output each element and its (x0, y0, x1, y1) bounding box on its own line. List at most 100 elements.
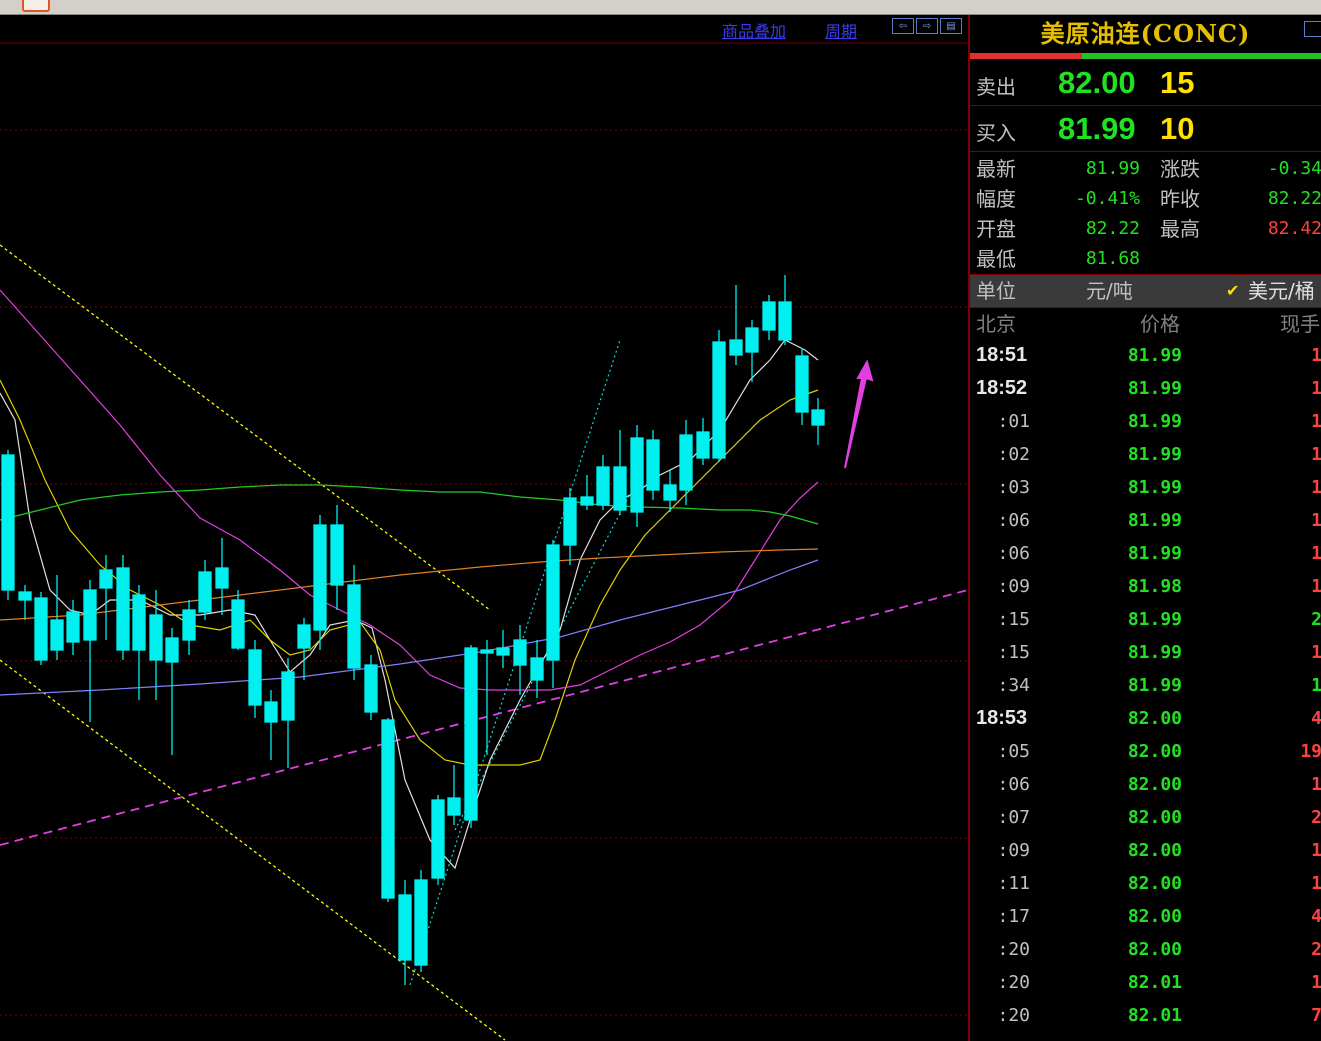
tick-volume: 19 (1300, 741, 1321, 762)
candle-down (530, 657, 544, 681)
candle-down (811, 409, 825, 426)
candle-down (297, 624, 311, 649)
tick-volume: 1 (1311, 774, 1321, 795)
tick-price: 81.99 (1127, 345, 1182, 366)
ma60-line (0, 484, 819, 525)
scroll-left-icon[interactable]: ⇦ (892, 18, 914, 34)
tick-volume: 2 (1311, 609, 1321, 630)
sell-price: 82.00 (1058, 65, 1136, 100)
tick-volume: 1 (1311, 642, 1321, 663)
tick-price: 81.98 (1127, 576, 1182, 597)
tick-volume: 2 (1311, 807, 1321, 828)
tick-time: 18:51 (976, 344, 1028, 366)
tick-price: 82.00 (1127, 774, 1182, 795)
tick-row: :06 81.99 1 (970, 504, 1321, 537)
instrument-title: 美原油连(CONC) (1040, 19, 1251, 48)
commodity-overlay-link[interactable]: 商品叠加 (722, 18, 786, 42)
candle-down (398, 894, 412, 961)
channel-lower-line (0, 659, 506, 1041)
tick-price: 82.00 (1127, 708, 1182, 729)
sell-ratio-fill (970, 53, 1083, 59)
tick-row: :20 82.01 7 (970, 999, 1321, 1032)
tick-row: :02 81.99 1 (970, 438, 1321, 471)
buy-sell-ratio-bar (970, 53, 1321, 59)
tick-row: :09 81.98 1 (970, 570, 1321, 603)
stat-value: 82.42 (1267, 218, 1321, 239)
tick-time: :34 (997, 675, 1030, 696)
candle-down (381, 719, 395, 899)
candle-down (248, 649, 262, 706)
stat-value: -0.41% (1074, 188, 1140, 209)
ticks-header-time: 北京 (976, 312, 1016, 336)
tick-volume: 1 (1311, 543, 1321, 564)
stat-value: -0.34 (1267, 158, 1321, 179)
candle-down (696, 431, 710, 459)
buy-quote-row: 买入 81.99 10 (970, 107, 1321, 152)
tick-time: :02 (997, 444, 1030, 465)
tick-row: :11 82.00 1 (970, 867, 1321, 900)
channel-upper-line (0, 244, 491, 611)
tick-price: 82.00 (1127, 807, 1182, 828)
tick-row: :17 82.00 4 (970, 900, 1321, 933)
window-restore-icon[interactable] (1304, 21, 1321, 37)
checkmark-icon: ✔ (1226, 281, 1240, 300)
tick-price: 82.00 (1127, 939, 1182, 960)
candle-down (646, 439, 660, 491)
candle-down (34, 597, 48, 661)
tick-row: 18:53 82.00 4 (970, 702, 1321, 735)
tick-volume: 2 (1311, 939, 1321, 960)
candle-down (264, 701, 278, 723)
candlestick-chart[interactable] (0, 15, 968, 1041)
candle-down (431, 799, 445, 879)
period-link[interactable]: 周期 (825, 18, 857, 42)
candle-down (364, 664, 378, 713)
tick-price: 82.01 (1127, 972, 1182, 993)
sell-label: 卖出 (976, 75, 1016, 99)
tick-row: :20 82.00 2 (970, 933, 1321, 966)
tick-time: :09 (997, 840, 1030, 861)
buy-label: 买入 (976, 121, 1016, 145)
tick-price: 81.99 (1127, 543, 1182, 564)
scroll-right-icon[interactable]: ⇨ (916, 18, 938, 34)
candle-down (546, 544, 560, 661)
tick-row: :01 81.99 1 (970, 405, 1321, 438)
candle-down (116, 567, 130, 651)
tick-row: :06 81.99 1 (970, 537, 1321, 570)
tick-row: 18:52 81.99 1 (970, 372, 1321, 405)
ticks-header-volume: 现手 (1280, 312, 1320, 336)
sell-quote-row: 卖出 82.00 15 (970, 61, 1321, 106)
chart-nav-buttons: ⇦ ⇨ ▤ (892, 18, 962, 34)
quote-panel: 美原油连(CONC) 卖出 82.00 15 买入 81.99 10 最新 81… (970, 15, 1321, 1041)
tick-time: :06 (997, 774, 1030, 795)
unit-option-usd-per-barrel[interactable]: 美元/桶 (1248, 275, 1315, 307)
tick-time: :06 (997, 543, 1030, 564)
app-icon[interactable] (22, 0, 50, 12)
tick-time: :07 (997, 807, 1030, 828)
tick-time: :03 (997, 477, 1030, 498)
stat-label: 昨收 (1160, 187, 1200, 211)
tick-price: 81.99 (1127, 609, 1182, 630)
tick-volume: 1 (1311, 345, 1321, 366)
tick-time: :20 (997, 972, 1030, 993)
unit-option-cny-per-ton[interactable]: 元/吨 (1086, 275, 1133, 307)
tick-time: :15 (997, 609, 1030, 630)
tick-volume: 4 (1311, 906, 1321, 927)
tick-row: :09 82.00 1 (970, 834, 1321, 867)
unit-selector: 单位 元/吨 ✔ 美元/桶 (970, 274, 1321, 308)
tick-volume: 4 (1311, 708, 1321, 729)
tick-price: 81.99 (1127, 477, 1182, 498)
tick-time: :06 (997, 510, 1030, 531)
candle-down (563, 497, 577, 546)
stat-label: 开盘 (976, 217, 1016, 241)
candle-down (795, 355, 809, 413)
candle-down (679, 434, 693, 491)
tick-volume: 1 (1311, 411, 1321, 432)
candle-down (580, 496, 594, 506)
tick-time: 18:52 (976, 377, 1028, 399)
candle-down (231, 599, 245, 649)
chart-canvas[interactable] (0, 15, 968, 1041)
layout-icon[interactable]: ▤ (940, 18, 962, 34)
tick-time: :05 (997, 741, 1030, 762)
tick-price: 81.99 (1127, 510, 1182, 531)
tick-price: 82.01 (1127, 1005, 1182, 1026)
